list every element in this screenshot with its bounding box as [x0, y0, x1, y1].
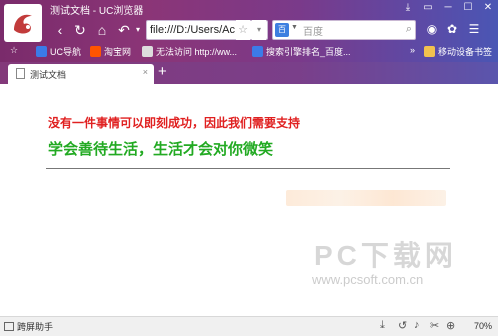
rotate-icon[interactable]: ↺: [398, 319, 407, 332]
search-placeholder: 百度: [303, 27, 323, 38]
tab-label: 测试文档: [30, 70, 67, 80]
address-dropdown-icon[interactable]: ▾: [252, 20, 266, 40]
page-icon: [142, 46, 153, 57]
horizontal-rule: [46, 168, 450, 169]
watermark-title: PC下载网: [314, 240, 457, 271]
cross-screen-assistant[interactable]: 跨屏助手: [4, 320, 53, 333]
back-button[interactable]: ‹: [52, 22, 68, 38]
bookmark-search-ranking[interactable]: 搜索引擎排名_百度...: [252, 45, 351, 58]
skin-icon[interactable]: ⤓: [398, 0, 418, 16]
sound-icon[interactable]: ♪: [414, 319, 420, 331]
reload-button[interactable]: ↻: [72, 22, 88, 38]
watermark-url: www.pcsoft.com.cn: [312, 272, 424, 287]
bookmark-taobao[interactable]: 淘宝网: [90, 45, 131, 58]
green-text-line: 学会善待生活，生活才会对你微笑: [48, 140, 274, 158]
title-bar: 测试文档 - UC浏览器 ⤓ ▭ ─ ☐ ✕ ‹ ↻ ⌂ ↶ ▾ file://…: [0, 0, 498, 62]
baidu-icon: [252, 46, 263, 57]
bookmark-star-icon[interactable]: ☆: [10, 45, 18, 56]
zoom-level[interactable]: 70%: [474, 321, 492, 331]
uc-nav-icon: [36, 46, 47, 57]
bookmark-unreachable[interactable]: 无法访问 http://ww...: [142, 45, 237, 58]
blurred-region: [286, 190, 446, 206]
new-tab-button[interactable]: +: [158, 63, 167, 80]
close-button[interactable]: ✕: [478, 0, 498, 16]
wifi-icon[interactable]: ◉: [424, 22, 440, 36]
folder-icon: [424, 46, 435, 57]
window-controls: ⤓ ▭ ─ ☐ ✕: [398, 0, 498, 16]
tab-test-document[interactable]: 测试文档 ×: [8, 64, 154, 84]
bookmark-label: 搜索引擎排名_百度...: [266, 47, 351, 57]
mobile-bookmarks[interactable]: 移动设备书签: [424, 45, 492, 58]
engine-dropdown-icon[interactable]: ▼: [291, 24, 298, 31]
bookmark-uc-nav[interactable]: UC导航: [36, 45, 81, 58]
red-text-line: 没有一件事情可以即刻成功，因此我们需要支持: [48, 116, 301, 130]
extensions-icon[interactable]: ✿: [444, 22, 460, 36]
search-icon[interactable]: ⌕: [406, 23, 412, 36]
bookmarks-bar: ☆ UC导航 淘宝网 无法访问 http://ww... 搜索引擎排名_百度..…: [0, 42, 498, 62]
search-box[interactable]: 百 ▼ 百度 ⌕: [272, 20, 416, 40]
uc-logo-icon[interactable]: [4, 4, 42, 42]
window-title: 测试文档 - UC浏览器: [50, 6, 144, 17]
taobao-icon: [90, 46, 101, 57]
mobile-bookmarks-label: 移动设备书签: [438, 47, 493, 57]
status-left-label: 跨屏助手: [17, 322, 54, 332]
zoom-icon[interactable]: ⊕: [446, 319, 455, 332]
screen-icon: [4, 322, 14, 331]
bookmark-label: 无法访问 http://ww...: [156, 47, 238, 57]
status-bar: 跨屏助手 ⤓ ↺ ♪ ✂ ⊕ 70%: [0, 316, 498, 336]
tab-bar: 测试文档 ×: [0, 62, 498, 84]
minimize-button[interactable]: ─: [438, 0, 458, 16]
page-content: 没有一件事情可以即刻成功，因此我们需要支持 学会善待生活，生活才会对你微笑 PC…: [0, 84, 498, 316]
watermark: PC下载网 www.pcsoft.com.cn: [300, 234, 496, 314]
undo-dropdown-icon[interactable]: ▾: [130, 22, 146, 38]
screenshot-icon[interactable]: ✂: [430, 319, 439, 332]
bookmark-label: UC导航: [50, 47, 81, 57]
bookmarks-more-icon[interactable]: »: [410, 45, 415, 55]
search-engine-icon[interactable]: 百: [275, 23, 289, 37]
download-icon[interactable]: ⤓: [380, 319, 385, 332]
home-button[interactable]: ⌂: [94, 22, 110, 38]
tab-close-icon[interactable]: ×: [143, 67, 148, 77]
document-icon: [16, 68, 25, 79]
restore-icon[interactable]: ▭: [418, 0, 438, 16]
menu-icon[interactable]: ☰: [466, 22, 482, 36]
bookmark-label: 淘宝网: [104, 47, 132, 57]
bookmark-star-icon[interactable]: ☆: [236, 20, 250, 40]
maximize-button[interactable]: ☐: [458, 0, 478, 16]
